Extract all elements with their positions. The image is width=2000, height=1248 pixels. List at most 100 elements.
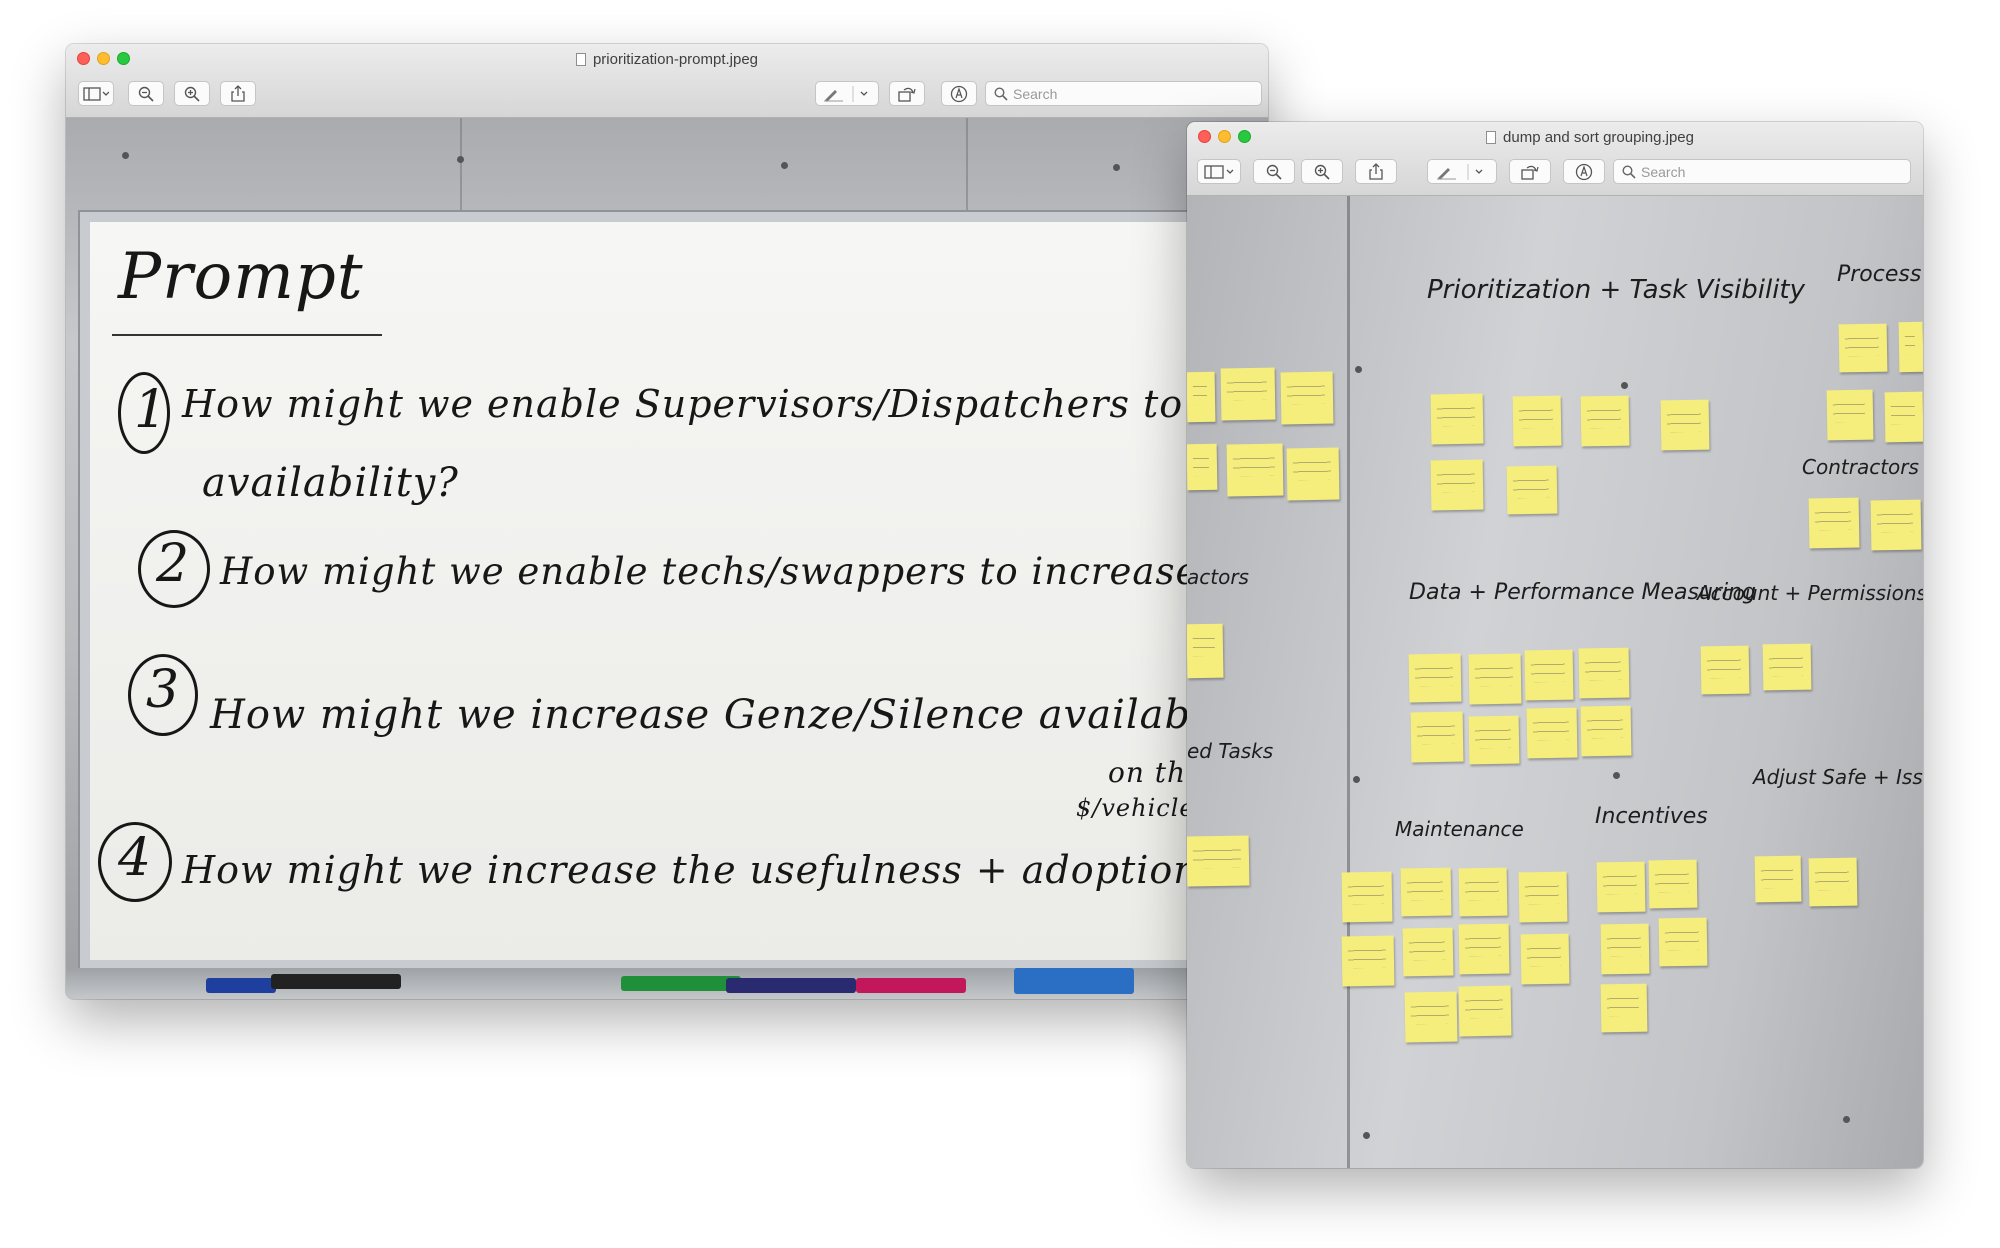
- sidebar-toggle-button[interactable]: [78, 81, 114, 106]
- prompt-heading: Prompt: [118, 240, 364, 314]
- group-label-contractors: Contractors + Charging: [1802, 455, 1923, 479]
- sticky-note[interactable]: [1754, 855, 1802, 903]
- sticky-note[interactable]: [1187, 371, 1216, 423]
- sticky-note[interactable]: [1468, 653, 1522, 705]
- sticky-note[interactable]: [1402, 927, 1454, 977]
- share-button[interactable]: [220, 81, 256, 106]
- markup-pen-button[interactable]: [815, 81, 879, 106]
- zoom-in-button[interactable]: [174, 81, 210, 106]
- wall-bolt: [1355, 366, 1362, 373]
- sticky-note[interactable]: [1578, 647, 1630, 699]
- markup-toolbar-button[interactable]: [941, 81, 977, 106]
- sticky-note[interactable]: [1341, 935, 1395, 987]
- sticky-note[interactable]: [1187, 623, 1224, 679]
- eraser: [1014, 968, 1134, 994]
- search-input[interactable]: [1013, 84, 1255, 103]
- sticky-note[interactable]: [1580, 705, 1632, 757]
- sticky-note[interactable]: [1808, 497, 1860, 549]
- wall-bolt: [781, 162, 788, 169]
- group-label-account: Account + Permissions: [1697, 581, 1923, 605]
- sticky-note[interactable]: [1600, 923, 1650, 975]
- sticky-note[interactable]: [1410, 711, 1464, 763]
- sticky-note[interactable]: [1506, 465, 1558, 515]
- wall-seam: [1347, 196, 1350, 1168]
- sticky-note[interactable]: [1458, 923, 1510, 975]
- sticky-note[interactable]: [1762, 643, 1812, 691]
- image-canvas[interactable]: Prioritization + Task Visibility Process…: [1187, 196, 1923, 1168]
- prompt-number: 4: [118, 828, 153, 888]
- rotate-button[interactable]: [889, 81, 925, 106]
- sticky-note[interactable]: [1658, 917, 1708, 967]
- window-title: prioritization-prompt.jpeg: [66, 51, 1268, 68]
- sticky-note[interactable]: [1648, 859, 1698, 909]
- sticky-note[interactable]: [1808, 857, 1858, 907]
- zoom-out-button[interactable]: [1253, 159, 1295, 184]
- zoom-in-button[interactable]: [1301, 159, 1343, 184]
- group-label-prioritization: Prioritization + Task Visibility: [1427, 275, 1806, 305]
- sticky-note[interactable]: [1524, 649, 1574, 701]
- sticky-note[interactable]: [1898, 321, 1923, 373]
- preview-window-prompt: prioritization-prompt.jpeg Search Prompt…: [66, 44, 1268, 999]
- sticky-note[interactable]: [1430, 393, 1484, 445]
- wall-bolt: [457, 156, 464, 163]
- markup-pen-button[interactable]: [1427, 159, 1497, 184]
- sticky-note[interactable]: [1404, 991, 1458, 1043]
- wall-bolt: [1353, 776, 1360, 783]
- sticky-note[interactable]: [1884, 391, 1923, 443]
- sticky-note[interactable]: [1341, 871, 1393, 923]
- sticky-note[interactable]: [1518, 871, 1568, 923]
- pen-icon: [1437, 163, 1483, 180]
- share-button[interactable]: [1355, 159, 1397, 184]
- preview-window-grouping: dump and sort grouping.jpeg Search Prior…: [1187, 122, 1923, 1168]
- zoom-out-button[interactable]: [128, 81, 164, 106]
- sticky-note[interactable]: [1408, 653, 1462, 703]
- search-field[interactable]: [1613, 159, 1911, 184]
- marker: [856, 978, 966, 993]
- rotate-button[interactable]: [1509, 159, 1551, 184]
- sidebar-toggle-button[interactable]: [1197, 159, 1241, 184]
- pen-icon: [824, 85, 868, 102]
- sticky-note[interactable]: [1826, 389, 1874, 441]
- sticky-note[interactable]: [1870, 499, 1922, 551]
- sticky-note[interactable]: [1187, 443, 1218, 491]
- window-title-text: dump and sort grouping.jpeg: [1503, 129, 1694, 146]
- jpeg-file-icon: [1486, 131, 1497, 144]
- prompt-number: 1: [134, 380, 169, 440]
- sticky-note[interactable]: [1600, 983, 1648, 1033]
- prompt-3-line-1: How might we increase Genze/Silence avai…: [210, 692, 1268, 738]
- sticky-note[interactable]: [1468, 715, 1520, 765]
- sticky-note[interactable]: [1520, 933, 1570, 985]
- markup-icon: [950, 85, 968, 102]
- sticky-note[interactable]: [1458, 867, 1508, 917]
- sticky-note[interactable]: [1430, 459, 1484, 511]
- sticky-note[interactable]: [1526, 707, 1578, 759]
- sticky-note[interactable]: [1700, 645, 1750, 695]
- sticky-note[interactable]: [1512, 395, 1562, 447]
- marker: [621, 976, 741, 991]
- sticky-note[interactable]: [1596, 861, 1646, 913]
- sticky-note[interactable]: [1280, 371, 1334, 425]
- sticky-note[interactable]: [1458, 985, 1512, 1037]
- title-bar[interactable]: dump and sort grouping.jpeg: [1187, 122, 1923, 151]
- sticky-note[interactable]: [1580, 395, 1630, 447]
- zoom-in-icon: [184, 86, 200, 102]
- group-label-maintenance: Maintenance: [1395, 817, 1524, 841]
- image-canvas[interactable]: Prompt 1 How might we enable Supervisors…: [66, 118, 1268, 999]
- sticky-note[interactable]: [1286, 447, 1340, 501]
- title-bar[interactable]: prioritization-prompt.jpeg: [66, 44, 1268, 73]
- search-icon: [1622, 165, 1636, 179]
- rotate-icon: [1521, 165, 1539, 180]
- sticky-note[interactable]: [1660, 399, 1710, 451]
- prompt-2-line-1: How might we enable techs/swappers to in…: [220, 550, 1268, 593]
- sticky-note[interactable]: [1400, 867, 1452, 917]
- sticky-note[interactable]: [1187, 835, 1250, 887]
- sticky-note[interactable]: [1226, 443, 1284, 497]
- search-field[interactable]: [985, 81, 1262, 106]
- search-icon: [994, 87, 1008, 101]
- markup-toolbar-button[interactable]: [1563, 159, 1605, 184]
- search-input[interactable]: [1641, 162, 1904, 181]
- sticky-note[interactable]: [1220, 367, 1276, 421]
- window-title-text: prioritization-prompt.jpeg: [592, 51, 759, 68]
- heading-underline: [112, 334, 382, 336]
- sticky-note[interactable]: [1838, 323, 1888, 373]
